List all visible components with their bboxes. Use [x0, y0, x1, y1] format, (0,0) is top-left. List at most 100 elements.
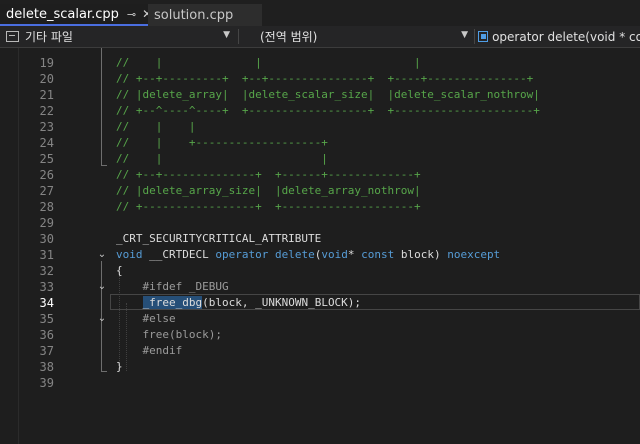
- line-number: 38: [39, 360, 54, 374]
- line-number: 21: [39, 88, 54, 102]
- fold-chevron-icon[interactable]: ⌄: [96, 247, 108, 263]
- code-token: const: [361, 248, 395, 261]
- code-text: _CRT_SECURITYCRITICAL_ATTRIBUTE: [116, 231, 321, 247]
- line-number: 24: [39, 136, 54, 150]
- code-line[interactable]: 26 // +--+--------------+ +------+-------…: [0, 167, 640, 183]
- code-line[interactable]: 29: [0, 215, 640, 231]
- chevron-down-icon: ▼: [461, 30, 468, 40]
- code-text: #else: [116, 311, 176, 327]
- code-line[interactable]: 35 ⌄ #else: [0, 311, 640, 327]
- code-text: // |delete_array| |delete_scalar_size| |…: [116, 87, 540, 103]
- code-text: // | | |: [116, 55, 421, 71]
- code-line[interactable]: 25 // | |: [0, 151, 640, 167]
- line-number: 29: [39, 216, 54, 230]
- code-text: // +-----------------+ +----------------…: [116, 199, 421, 215]
- line-number: 19: [39, 56, 54, 70]
- line-number: 31: [39, 248, 54, 262]
- divider: [238, 29, 239, 44]
- line-number: 39: [39, 376, 54, 390]
- chevron-down-icon: ▼: [223, 30, 230, 40]
- code-line[interactable]: 20 // +--+---------+ +--+---------------+…: [0, 71, 640, 87]
- code-text: // +--^----^----+ +------------------+ +…: [116, 103, 540, 119]
- code-token: #endif: [116, 344, 183, 357]
- code-token: operator: [215, 248, 269, 261]
- pin-icon[interactable]: ⊸: [127, 8, 136, 21]
- line-number: 33: [39, 280, 54, 294]
- code-line[interactable]: 22 // +--^----^----+ +------------------+…: [0, 103, 640, 119]
- code-line[interactable]: 27 // |delete_array_size| |delete_array_n…: [0, 183, 640, 199]
- code-token: __CRTDECL: [142, 248, 216, 261]
- tab-solution[interactable]: solution.cpp: [148, 4, 262, 26]
- code-text: #endif: [116, 343, 182, 359]
- code-line[interactable]: 31 ⌄ void __CRTDECL operator delete(void* …: [0, 247, 640, 263]
- selected-token: _free_dbg: [142, 296, 203, 309]
- code-text: }: [116, 359, 123, 375]
- code-token: (block, _UNKNOWN_BLOCK);: [202, 296, 362, 309]
- line-number: 37: [39, 344, 54, 358]
- project-dropdown[interactable]: 기타 파일 ▼: [2, 26, 234, 47]
- code-line[interactable]: 38}: [0, 359, 640, 375]
- code-token: *: [347, 248, 362, 261]
- code-text: // | |: [116, 119, 195, 135]
- code-line[interactable]: 28 // +-----------------+ +--------------…: [0, 199, 640, 215]
- tab-label: solution.cpp: [154, 7, 234, 23]
- code-text: // | +-------------------+: [116, 135, 328, 151]
- code-token: // +-----------------+ +----------------…: [116, 200, 421, 213]
- code-token: }: [116, 360, 123, 373]
- code-editor[interactable]: 19 // | | | 20 // +--+---------+ +--+------…: [0, 48, 640, 444]
- code-token: delete: [274, 248, 315, 261]
- code-token: _CRT_SECURITYCRITICAL_ATTRIBUTE: [116, 232, 322, 245]
- code-token: free(block);: [116, 328, 222, 341]
- code-token: #ifdef _DEBUG: [116, 280, 229, 293]
- code-line[interactable]: 33 ⌄ #ifdef _DEBUG: [0, 279, 640, 295]
- member-label: operator delete(void * cons: [492, 29, 640, 44]
- member-dropdown[interactable]: operator delete(void * cons: [476, 26, 640, 47]
- code-text: // +--+--------------+ +------+---------…: [116, 167, 421, 183]
- code-line[interactable]: 19 // | | |: [0, 55, 640, 71]
- file-icon: [6, 31, 19, 42]
- line-number: 25: [39, 152, 54, 166]
- code-text: {: [116, 263, 123, 279]
- tab-delete-scalar[interactable]: delete_scalar.cpp ⊸ ✕: [0, 4, 152, 26]
- code-line[interactable]: 39: [0, 375, 640, 391]
- code-token: // +--+---------+ +--+---------------+ +…: [116, 72, 534, 85]
- scope-dropdown[interactable]: (전역 범위) ▼: [250, 26, 472, 47]
- line-number: 26: [39, 168, 54, 182]
- code-token: void: [116, 248, 143, 261]
- code-text: free(block);: [116, 327, 222, 343]
- tab-label: delete_scalar.cpp: [6, 6, 119, 22]
- tab-bar: delete_scalar.cpp ⊸ ✕ solution.cpp: [0, 0, 640, 26]
- project-label: 기타 파일: [25, 30, 73, 44]
- function-icon: [478, 31, 489, 42]
- scope-label: (전역 범위): [260, 30, 318, 44]
- code-token: // +--^----^----+ +------------------+ +…: [116, 104, 540, 117]
- line-number: 23: [39, 120, 54, 134]
- code-token: #else: [116, 312, 176, 325]
- code-text: void __CRTDECL operator delete(void* con…: [116, 247, 500, 263]
- line-number: 30: [39, 232, 54, 246]
- code-token: void: [321, 248, 348, 261]
- code-line[interactable]: 36 free(block);: [0, 327, 640, 343]
- code-line[interactable]: 37 #endif: [0, 343, 640, 359]
- fold-chevron-icon[interactable]: ⌄: [96, 311, 108, 327]
- code-line[interactable]: 32 {: [0, 263, 640, 279]
- code-text: _free_dbg(block, _UNKNOWN_BLOCK);: [116, 295, 361, 311]
- line-number: 28: [39, 200, 54, 214]
- fold-chevron-icon[interactable]: ⌄: [96, 279, 108, 295]
- line-number: 22: [39, 104, 54, 118]
- code-line[interactable]: 24 // | +-------------------+: [0, 135, 640, 151]
- divider: [474, 29, 475, 44]
- code-line[interactable]: 30 _CRT_SECURITYCRITICAL_ATTRIBUTE: [0, 231, 640, 247]
- code-line[interactable]: 21 // |delete_array| |delete_scalar_size|…: [0, 87, 640, 103]
- line-number: 36: [39, 328, 54, 342]
- code-token: // |delete_array| |delete_scalar_size| |…: [116, 88, 540, 101]
- line-number: 20: [39, 72, 54, 86]
- code-line[interactable]: 34 _free_dbg(block, _UNKNOWN_BLOCK);: [0, 294, 640, 311]
- code-text: #ifdef _DEBUG: [116, 279, 229, 295]
- code-line[interactable]: 23 // | |: [0, 119, 640, 135]
- line-number: 32: [39, 264, 54, 278]
- code-token: noexcept: [447, 248, 501, 261]
- line-number: 34: [39, 296, 54, 310]
